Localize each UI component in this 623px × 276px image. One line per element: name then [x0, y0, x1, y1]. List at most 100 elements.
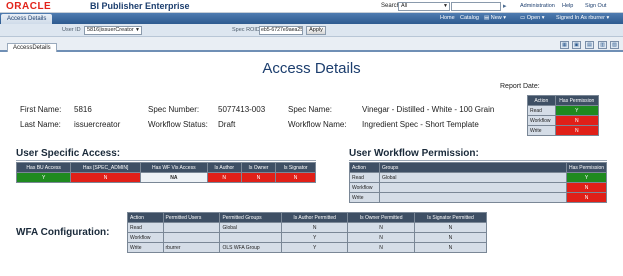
permission-cell: Y — [566, 172, 607, 183]
owner-cell: N — [347, 232, 415, 243]
spec-number-label: Spec Number: — [148, 105, 200, 114]
groups-cell: Global — [379, 172, 567, 183]
export-icon[interactable]: ▦ — [560, 41, 569, 49]
column-header: Action — [127, 212, 164, 223]
owner-cell: N — [347, 222, 415, 233]
groups-cell — [379, 182, 567, 193]
column-header: Has Permission — [566, 162, 607, 173]
is-owner-cell: N — [240, 172, 277, 183]
table-row: Write N — [349, 192, 607, 203]
tab-access-details[interactable]: Access Details — [1, 14, 53, 24]
chevron-down-icon: ▼ — [443, 3, 448, 9]
specroid-label: Spec ROID — [232, 27, 260, 33]
new-icon: ▤ — [484, 15, 491, 21]
settings-icon[interactable]: ▧ — [610, 41, 619, 49]
top-bar: ORACLE BI Publisher Enterprise Search Al… — [0, 0, 623, 13]
column-header: Is Author — [206, 162, 242, 173]
action-cell: Write — [127, 242, 164, 253]
last-name-value: issuercreator — [74, 120, 121, 129]
last-name-label: Last Name: — [20, 120, 61, 129]
oracle-logo: ORACLE — [6, 1, 52, 12]
table-row: Workflow Y N N — [127, 232, 488, 243]
permission-table: Action Has Permission Read Y Workflow N … — [527, 95, 600, 136]
tab-accessdetails[interactable]: AccessDetails — [7, 43, 57, 52]
workflow-status-label: Workflow Status: — [148, 120, 208, 129]
open-menu[interactable]: ▭ Open ▾ — [520, 15, 545, 21]
column-header: Is Author Permitted — [281, 212, 349, 223]
help-link[interactable]: Help — [562, 3, 573, 9]
bu-access-cell: Y — [15, 172, 72, 183]
userid-value: 5816|issuerCreator — [87, 27, 134, 33]
apply-button[interactable]: Apply — [306, 26, 326, 35]
table-header-row: Action Groups Has Permission — [349, 162, 607, 173]
workflow-permission-title: User Workflow Permission: — [349, 148, 479, 159]
wfa-config-title: WFA Configuration: — [16, 227, 110, 238]
signator-cell: N — [413, 232, 488, 243]
author-cell: N — [281, 222, 349, 233]
action-cell: Read — [127, 222, 164, 233]
search-scope-select[interactable]: All ▼ — [398, 2, 450, 11]
section-divider — [16, 160, 316, 161]
userid-label: User ID — [62, 27, 81, 33]
spec-number-value: 5077413-003 — [218, 105, 266, 114]
action-cell: Read — [349, 172, 380, 183]
search-input[interactable] — [451, 2, 501, 11]
user-specific-title: User Specific Access: — [16, 148, 121, 159]
actions-icon[interactable]: ▤ — [585, 41, 594, 49]
print-icon[interactable]: ▣ — [572, 41, 581, 49]
user-specific-table: Has BU Access Has [SPEC_ADMIN] Has WF Vi… — [15, 162, 316, 183]
first-name-label: First Name: — [20, 105, 62, 114]
column-header: Is Signator Permitted — [413, 212, 488, 223]
owner-cell: N — [347, 242, 415, 253]
permission-cell: Y — [554, 105, 600, 116]
search-go-icon[interactable]: ▸ — [503, 2, 512, 11]
column-header: Is Owner — [240, 162, 277, 173]
column-header: Has WF Vis Access — [139, 162, 208, 173]
groups-cell: OLS WFA Group — [219, 242, 283, 253]
spec-name-value: Vinegar - Distilled - White - 100 Grain — [362, 105, 495, 114]
first-name-value: 5816 — [74, 105, 92, 114]
table-row: Workflow N — [527, 115, 600, 126]
spec-admin-cell: N — [70, 172, 141, 183]
workflow-status-value: Draft — [218, 120, 236, 129]
table-row: Write rburrer OLS WFA Group Y N N — [127, 242, 488, 253]
column-header: Has Permission — [554, 95, 600, 106]
userid-select[interactable]: 5816|issuerCreator ▼ — [84, 26, 142, 35]
new-menu[interactable]: ▤ New ▾ — [484, 15, 506, 21]
share-icon[interactable]: ▥ — [598, 41, 607, 49]
users-cell: rburrer — [162, 242, 221, 253]
wfa-config-table: Action Permitted Users Permitted Groups … — [127, 212, 488, 253]
spec-name-label: Spec Name: — [288, 105, 333, 114]
home-link[interactable]: Home — [440, 15, 455, 21]
column-header: Groups — [379, 162, 567, 173]
is-signator-cell: N — [275, 172, 316, 183]
administration-link[interactable]: Administration — [520, 3, 555, 9]
search-scope-value: All — [401, 3, 408, 9]
column-header: Is Signator — [275, 162, 316, 173]
signed-in-menu[interactable]: Signed In As rburrer ▾ — [556, 15, 609, 21]
folder-icon: ▭ — [520, 15, 527, 21]
author-cell: Y — [281, 242, 349, 253]
workflow-permission-table: Action Groups Has Permission Read Global… — [349, 162, 607, 203]
report-tab-bar: AccessDetails — [0, 37, 623, 52]
workflow-name-label: Workflow Name: — [288, 120, 347, 129]
workflow-name-value: Ingredient Spec - Short Template — [362, 120, 479, 129]
open-label: Open — [526, 15, 541, 21]
parameter-bar: User ID 5816|issuerCreator ▼ Spec ROID e… — [0, 24, 623, 37]
table-header-row: Has BU Access Has [SPEC_ADMIN] Has WF Vi… — [15, 162, 316, 173]
groups-cell: Global — [219, 222, 283, 233]
column-header: Action — [527, 95, 556, 106]
table-row: Y N NA N N N — [15, 172, 316, 183]
signed-in-label: Signed In As rburrer — [556, 15, 605, 21]
app-title: BI Publisher Enterprise — [90, 1, 190, 11]
users-cell — [162, 222, 221, 233]
is-author-cell: N — [206, 172, 242, 183]
nav-bar: Access Details Home Catalog ▤ New ▾ ▭ Op… — [0, 13, 623, 24]
catalog-link[interactable]: Catalog — [460, 15, 479, 21]
signator-cell: N — [413, 242, 488, 253]
action-cell: Read — [527, 105, 556, 116]
permission-cell: N — [566, 182, 607, 193]
action-cell: Workflow — [127, 232, 164, 243]
specroid-input[interactable]: eb5-6727e9aea258 — [259, 26, 303, 35]
sign-out-link[interactable]: Sign Out — [585, 3, 606, 9]
